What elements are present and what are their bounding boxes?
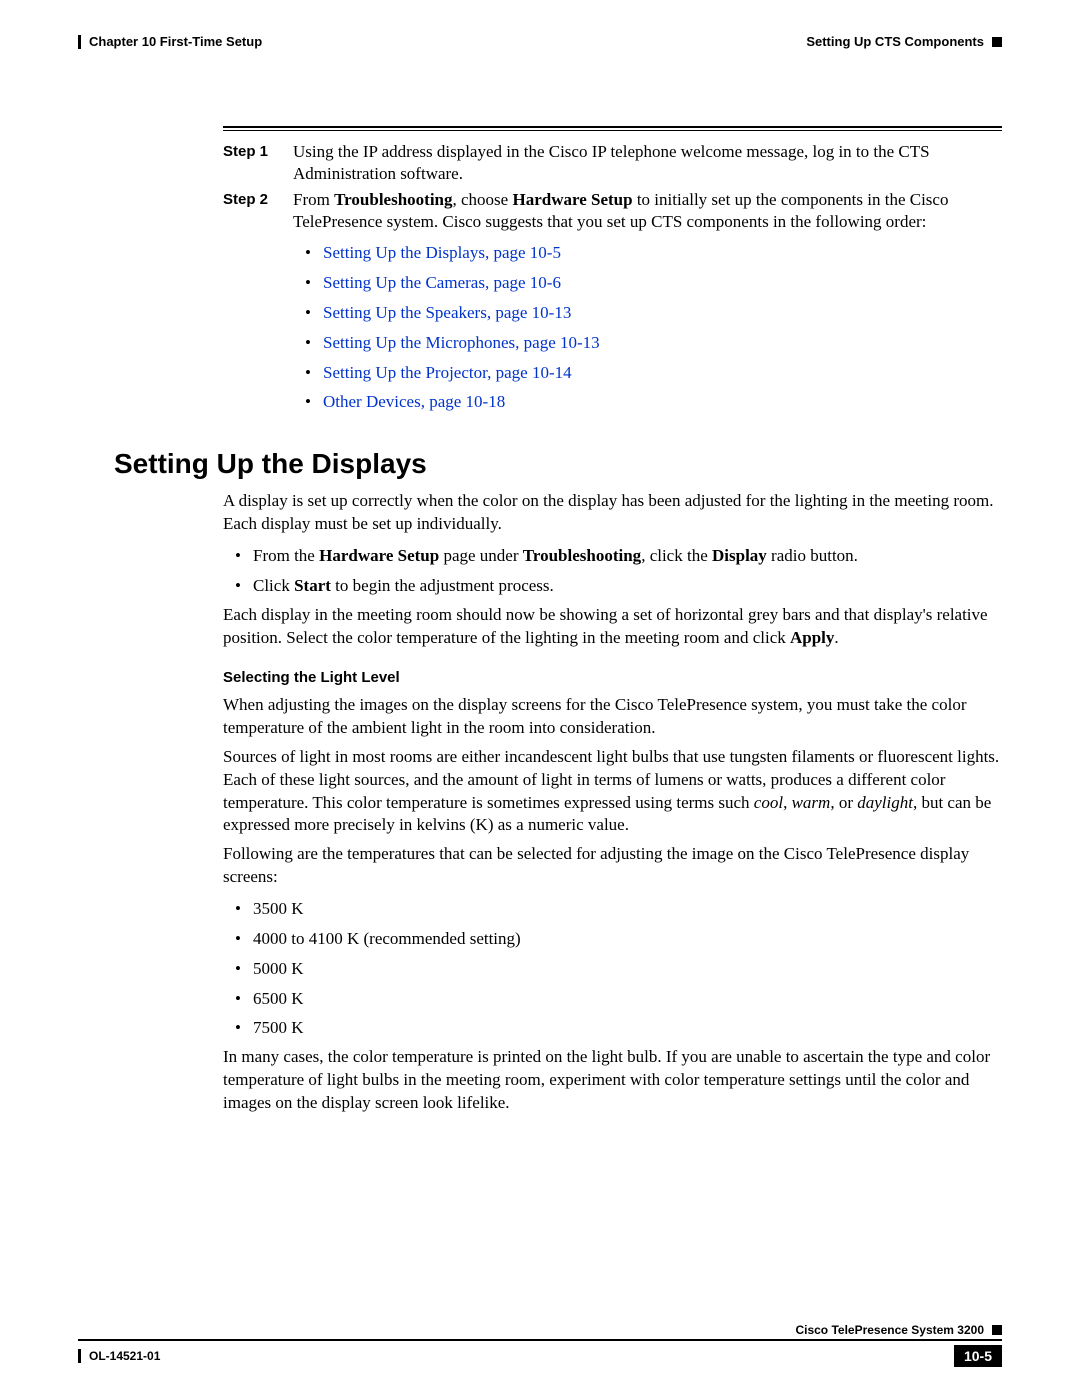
header-square-icon: [992, 37, 1002, 47]
link-microphones[interactable]: Setting Up the Microphones, page 10-13: [293, 331, 1002, 355]
footer-square-icon: [992, 1325, 1002, 1335]
step-1-label: Step 1: [223, 141, 293, 185]
footer-tick-icon: [78, 1349, 81, 1363]
step-2-text: From Troubleshooting, choose Hardware Se…: [293, 189, 1002, 420]
setup-links-list: Setting Up the Displays, page 10-5 Setti…: [293, 241, 1002, 414]
step-1-text: Using the IP address displayed in the Ci…: [293, 141, 1002, 185]
light-p1: When adjusting the images on the display…: [223, 694, 1002, 740]
footer-docid: OL-14521-01: [89, 1349, 160, 1363]
bullet-click-start: Click Start to begin the adjustment proc…: [223, 574, 1002, 598]
horizontal-rule: [223, 126, 1002, 131]
chapter-label: Chapter 10 First-Time Setup: [89, 34, 262, 49]
light-p4: In many cases, the color temperature is …: [223, 1046, 1002, 1115]
temp-4000-4100: 4000 to 4100 K (recommended setting): [223, 927, 1002, 951]
header-tick-icon: [78, 35, 81, 49]
link-other-devices[interactable]: Other Devices, page 10-18: [293, 390, 1002, 414]
step-2-label: Step 2: [223, 189, 293, 420]
temp-5000: 5000 K: [223, 957, 1002, 981]
section-body: A display is set up correctly when the c…: [223, 490, 1002, 1115]
temperature-list: 3500 K 4000 to 4100 K (recommended setti…: [223, 897, 1002, 1040]
step-2: Step 2 From Troubleshooting, choose Hard…: [223, 189, 1002, 420]
link-speakers[interactable]: Setting Up the Speakers, page 10-13: [293, 301, 1002, 325]
apply-paragraph: Each display in the meeting room should …: [223, 604, 1002, 650]
page-header: Chapter 10 First-Time Setup Setting Up C…: [78, 34, 1002, 74]
hw-setup-bullets: From the Hardware Setup page under Troub…: [223, 544, 1002, 598]
footer-product: Cisco TelePresence System 3200: [795, 1323, 984, 1337]
header-left: Chapter 10 First-Time Setup: [78, 34, 262, 49]
light-p3: Following are the temperatures that can …: [223, 843, 1002, 889]
temp-6500: 6500 K: [223, 987, 1002, 1011]
temp-7500: 7500 K: [223, 1016, 1002, 1040]
bullet-hw-setup: From the Hardware Setup page under Troub…: [223, 544, 1002, 568]
intro-paragraph: A display is set up correctly when the c…: [223, 490, 1002, 536]
section-label: Setting Up CTS Components: [806, 34, 984, 49]
link-projector[interactable]: Setting Up the Projector, page 10-14: [293, 361, 1002, 385]
link-displays[interactable]: Setting Up the Displays, page 10-5: [293, 241, 1002, 265]
page-footer: Cisco TelePresence System 3200 OL-14521-…: [78, 1323, 1002, 1367]
page-number-badge: 10-5: [954, 1345, 1002, 1367]
light-p2: Sources of light in most rooms are eithe…: [223, 746, 1002, 838]
step-1: Step 1 Using the IP address displayed in…: [223, 141, 1002, 185]
steps-block: Step 1 Using the IP address displayed in…: [223, 141, 1002, 420]
temp-3500: 3500 K: [223, 897, 1002, 921]
link-cameras[interactable]: Setting Up the Cameras, page 10-6: [293, 271, 1002, 295]
subheading-light-level: Selecting the Light Level: [223, 668, 1002, 688]
header-right: Setting Up CTS Components: [806, 34, 1002, 49]
section-heading-displays: Setting Up the Displays: [114, 448, 1002, 480]
